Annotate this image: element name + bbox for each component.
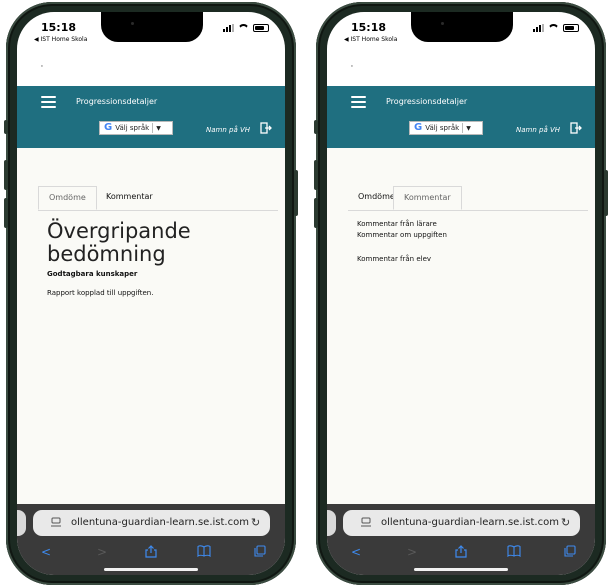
report-text: Rapport kopplad till uppgiften. (47, 289, 154, 297)
google-g-icon: G (104, 122, 113, 133)
volume-up-button (314, 160, 318, 190)
signal-icon (533, 24, 544, 32)
home-indicator (414, 568, 508, 571)
previous-tab-peek[interactable] (17, 510, 26, 536)
forward-icon[interactable]: > (97, 545, 107, 559)
menu-icon[interactable] (351, 96, 366, 108)
reload-icon[interactable]: ↻ (251, 516, 260, 529)
volume-down-button (314, 198, 318, 228)
dynamic-island (101, 12, 203, 42)
home-indicator (104, 568, 198, 571)
app-header: Progressionsdetaljer G Välj språk ▼ Namn… (17, 86, 285, 148)
volume-down-button (4, 198, 8, 228)
browser-toolbar: ollentuna-guardian-learn.se.ist.com ↻ < … (17, 504, 285, 575)
status-time: 15:18 (41, 21, 77, 34)
assessment-heading: Övergripande bedömning (47, 220, 191, 266)
back-to-app-link[interactable]: ◀ IST Home Skola (344, 36, 397, 43)
header-title: Progressionsdetaljer (76, 97, 158, 106)
battery-icon (253, 24, 269, 32)
task-comment-label: Kommentar om uppgiften (357, 231, 447, 239)
tab-bar: Omdöme Kommentar (348, 186, 588, 211)
page-icon (51, 517, 61, 527)
reload-icon[interactable]: ↻ (561, 516, 570, 529)
signal-icon (223, 24, 234, 32)
share-icon[interactable] (455, 545, 467, 558)
status-icons (533, 24, 579, 32)
menu-icon[interactable] (41, 96, 56, 108)
back-icon[interactable]: < (41, 545, 51, 559)
app-header: Progressionsdetaljer G Välj språk ▼ Namn… (327, 86, 595, 148)
phone-right: 15:18 ◀ IST Home Skola ' Progressionsdet… (314, 2, 608, 585)
power-button (294, 170, 298, 216)
chevron-down-icon: ▼ (156, 124, 161, 132)
teacher-comment-label: Kommentar från lärare (357, 220, 437, 228)
tab-kommentar[interactable]: Kommentar (393, 186, 462, 210)
url-text: ollentuna-guardian-learn.se.ist.com (71, 517, 249, 528)
browser-toolbar: ollentuna-guardian-learn.se.ist.com ↻ < … (327, 504, 595, 575)
status-icons (223, 24, 269, 32)
address-bar[interactable]: ollentuna-guardian-learn.se.ist.com ↻ (343, 510, 580, 536)
logout-icon[interactable] (570, 122, 582, 134)
main-content: Omdöme Kommentar Övergripande bedömning … (17, 148, 285, 504)
address-bar[interactable]: ollentuna-guardian-learn.se.ist.com ↻ (33, 510, 270, 536)
language-label: Välj språk (425, 124, 460, 132)
tab-bar: Omdöme Kommentar (38, 186, 278, 211)
share-icon[interactable] (145, 545, 157, 558)
screen: 15:18 ◀ IST Home Skola ' Progressionsdet… (327, 12, 595, 575)
heading-line-1: Övergripande (47, 219, 191, 243)
tabs-icon[interactable] (254, 545, 266, 557)
silent-switch (314, 120, 318, 134)
bookmarks-icon[interactable] (507, 545, 521, 557)
google-g-icon: G (414, 122, 423, 133)
forward-icon[interactable]: > (407, 545, 417, 559)
previous-tab-peek[interactable] (327, 510, 336, 536)
volume-up-button (4, 160, 8, 190)
status-time: 15:18 (351, 21, 387, 34)
header-title: Progressionsdetaljer (386, 97, 468, 106)
tab-omdome[interactable]: Omdöme (38, 186, 97, 210)
small-mark: ' (351, 64, 353, 72)
small-mark: ' (41, 64, 43, 72)
power-button (604, 170, 608, 216)
battery-icon (563, 24, 579, 32)
back-icon[interactable]: < (351, 545, 361, 559)
language-label: Välj språk (115, 124, 150, 132)
tab-kommentar[interactable]: Kommentar (96, 186, 163, 210)
dynamic-island (411, 12, 513, 42)
chevron-down-icon: ▼ (466, 124, 471, 132)
silent-switch (4, 120, 8, 134)
wifi-icon (548, 24, 559, 32)
logout-icon[interactable] (260, 122, 272, 134)
phone-left: 15:18 ◀ IST Home Skola ' Progressionsdet… (4, 2, 298, 585)
tabs-icon[interactable] (564, 545, 576, 557)
url-text: ollentuna-guardian-learn.se.ist.com (381, 517, 559, 528)
back-app-label: IST Home Skola (350, 36, 398, 43)
back-app-label: IST Home Skola (40, 36, 88, 43)
user-name: Namn på VH (206, 126, 251, 134)
grade-text: Godtagbara kunskaper (47, 270, 138, 278)
screen: 15:18 ◀ IST Home Skola ' Progressionsdet… (17, 12, 285, 575)
main-content: Omdöme Kommentar Kommentar från lärare K… (327, 148, 595, 504)
bookmarks-icon[interactable] (197, 545, 211, 557)
heading-line-2: bedömning (47, 242, 166, 266)
language-select[interactable]: G Välj språk ▼ (99, 121, 173, 135)
page-icon (361, 517, 371, 527)
user-name: Namn på VH (516, 126, 561, 134)
student-comment-label: Kommentar från elev (357, 255, 432, 263)
back-to-app-link[interactable]: ◀ IST Home Skola (34, 36, 87, 43)
language-select[interactable]: G Välj språk ▼ (409, 121, 483, 135)
wifi-icon (238, 24, 249, 32)
